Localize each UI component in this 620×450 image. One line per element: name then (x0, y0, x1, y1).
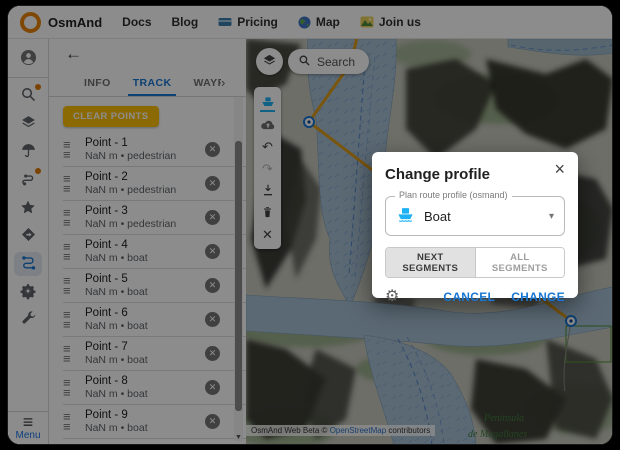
change-profile-dialog: Change profile × Plan route profile (osm… (372, 152, 578, 298)
chevron-down-icon: ▾ (549, 211, 554, 222)
segment-button[interactable]: ALL SEGMENTS (475, 248, 565, 277)
app-window: OsmAnd Docs Blog Pricing Map Join us (8, 6, 612, 444)
profile-select-label: Plan route profile (osmand) (395, 190, 512, 200)
cancel-button[interactable]: CANCEL (443, 288, 495, 306)
change-button[interactable]: CHANGE (511, 288, 565, 306)
profile-select[interactable]: Plan route profile (osmand) Boat ▾ (385, 196, 565, 236)
boat-icon (396, 206, 415, 227)
profile-select-value: Boat (424, 209, 540, 224)
dialog-settings-icon[interactable]: ⚙ (385, 289, 399, 305)
segment-button[interactable]: NEXT SEGMENTS (386, 248, 475, 277)
dialog-title: Change profile (385, 166, 490, 183)
segment-toggle: NEXT SEGMENTS ALL SEGMENTS (385, 247, 565, 278)
dialog-close-icon[interactable]: × (554, 162, 565, 176)
